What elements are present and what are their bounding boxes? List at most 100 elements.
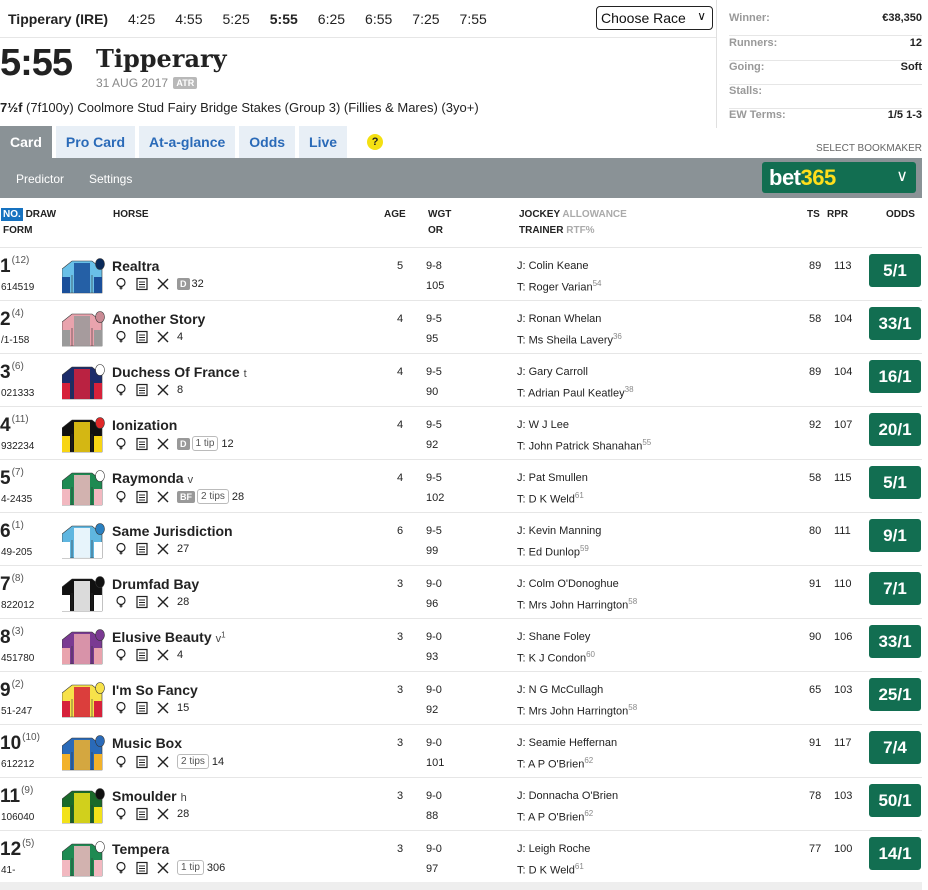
race-time-link[interactable]: 5:55	[270, 11, 298, 27]
trainer-link[interactable]: T: Adrian Paul Keatley38	[517, 385, 634, 400]
race-time-link[interactable]: 6:25	[318, 11, 345, 27]
notes-icon[interactable]	[135, 490, 149, 504]
notes-icon[interactable]	[135, 701, 149, 715]
notes-icon[interactable]	[135, 861, 149, 875]
horse-name-link[interactable]: Raymonda v	[112, 470, 193, 486]
trainer-link[interactable]: T: A P O'Brien62	[517, 809, 593, 824]
horse-name-link[interactable]: Realtra	[112, 258, 159, 274]
close-icon[interactable]	[156, 595, 170, 609]
horse-name-link[interactable]: Elusive Beauty v1	[112, 629, 226, 645]
header-rpr[interactable]: RPR	[827, 209, 848, 220]
lightbulb-icon[interactable]	[114, 383, 128, 397]
odds-button[interactable]: 5/1	[869, 254, 921, 287]
lightbulb-icon[interactable]	[114, 277, 128, 291]
jockey-link[interactable]: J: Seamie Heffernan	[517, 737, 617, 749]
horse-name-link[interactable]: Drumfad Bay	[112, 576, 199, 592]
race-time-link[interactable]: 7:55	[460, 11, 487, 27]
help-icon[interactable]: ?	[367, 134, 384, 150]
odds-button[interactable]: 50/1	[869, 784, 921, 817]
horse-name-link[interactable]: Another Story	[112, 311, 205, 327]
header-or[interactable]: OR	[428, 225, 443, 236]
race-time-link[interactable]: 6:55	[365, 11, 392, 27]
jockey-link[interactable]: J: Colin Keane	[517, 260, 589, 272]
header-trainer-label[interactable]: TRAINER	[519, 225, 563, 236]
close-icon[interactable]	[156, 383, 170, 397]
jockey-link[interactable]: J: Shane Foley	[517, 631, 590, 643]
header-draw[interactable]: DRAW	[26, 209, 57, 220]
jockey-link[interactable]: J: Ronan Whelan	[517, 313, 601, 325]
tips-badge[interactable]: 2 tips	[197, 489, 229, 504]
jockey-link[interactable]: J: Kevin Manning	[517, 525, 601, 537]
tab-odds[interactable]: Odds	[239, 126, 296, 158]
notes-icon[interactable]	[135, 277, 149, 291]
odds-button[interactable]: 20/1	[869, 413, 921, 446]
close-icon[interactable]	[156, 330, 170, 344]
jockey-link[interactable]: J: Colm O'Donoghue	[517, 578, 619, 590]
notes-icon[interactable]	[135, 755, 149, 769]
lightbulb-icon[interactable]	[114, 755, 128, 769]
trainer-link[interactable]: T: John Patrick Shanahan55	[517, 438, 651, 453]
trainer-link[interactable]: T: D K Weld61	[517, 862, 584, 877]
lightbulb-icon[interactable]	[114, 437, 128, 451]
race-time-link[interactable]: 5:25	[223, 11, 250, 27]
jockey-link[interactable]: J: Pat Smullen	[517, 472, 588, 484]
close-icon[interactable]	[156, 490, 170, 504]
tab-card[interactable]: Card	[0, 126, 52, 158]
lightbulb-icon[interactable]	[114, 648, 128, 662]
lightbulb-icon[interactable]	[114, 542, 128, 556]
tab-pro-card[interactable]: Pro Card	[55, 126, 136, 158]
trainer-link[interactable]: T: Mrs John Harrington58	[517, 597, 637, 612]
tips-badge[interactable]: 2 tips	[177, 754, 209, 769]
horse-name-link[interactable]: Smoulder h	[112, 788, 187, 804]
header-ts[interactable]: TS	[807, 209, 820, 220]
jockey-link[interactable]: J: W J Lee	[517, 419, 569, 431]
race-time-link[interactable]: 4:25	[128, 11, 155, 27]
notes-icon[interactable]	[135, 595, 149, 609]
odds-button[interactable]: 7/1	[869, 572, 921, 605]
notes-icon[interactable]	[135, 330, 149, 344]
lightbulb-icon[interactable]	[114, 490, 128, 504]
lightbulb-icon[interactable]	[114, 595, 128, 609]
header-age[interactable]: AGE	[384, 209, 406, 220]
odds-button[interactable]: 25/1	[869, 678, 921, 711]
close-icon[interactable]	[156, 542, 170, 556]
trainer-link[interactable]: T: Roger Varian54	[517, 279, 602, 294]
trainer-link[interactable]: T: K J Condon60	[517, 650, 595, 665]
jockey-link[interactable]: J: Donnacha O'Brien	[517, 790, 618, 802]
horse-name-link[interactable]: I'm So Fancy	[112, 682, 198, 698]
jockey-link[interactable]: J: Gary Carroll	[517, 366, 588, 378]
horse-name-link[interactable]: Music Box	[112, 735, 182, 751]
trainer-link[interactable]: T: Mrs John Harrington58	[517, 703, 637, 718]
settings-link[interactable]: Settings	[89, 172, 132, 186]
header-wgt[interactable]: WGT	[428, 209, 451, 220]
odds-button[interactable]: 14/1	[869, 837, 921, 870]
trainer-link[interactable]: T: Ms Sheila Lavery36	[517, 332, 622, 347]
lightbulb-icon[interactable]	[114, 807, 128, 821]
close-icon[interactable]	[156, 807, 170, 821]
horse-name-link[interactable]: Tempera	[112, 841, 169, 857]
header-no[interactable]: NO.	[1, 208, 23, 221]
horse-name-link[interactable]: Same Jurisdiction	[112, 523, 233, 539]
horse-name-link[interactable]: Duchess Of France t	[112, 364, 247, 380]
close-icon[interactable]	[156, 755, 170, 769]
tab-live[interactable]: Live	[299, 126, 348, 158]
header-horse[interactable]: HORSE	[113, 209, 149, 220]
predictor-link[interactable]: Predictor	[16, 172, 64, 186]
trainer-link[interactable]: T: A P O'Brien62	[517, 756, 593, 771]
race-time-link[interactable]: 4:55	[175, 11, 202, 27]
notes-icon[interactable]	[135, 383, 149, 397]
header-odds[interactable]: ODDS	[886, 209, 915, 220]
odds-button[interactable]: 7/4	[869, 731, 921, 764]
horse-name-link[interactable]: Ionization	[112, 417, 177, 433]
notes-icon[interactable]	[135, 807, 149, 821]
jockey-link[interactable]: J: N G McCullagh	[517, 684, 603, 696]
tips-badge[interactable]: 1 tip	[191, 436, 219, 451]
course-name[interactable]: Tipperary (IRE)	[8, 11, 108, 27]
odds-button[interactable]: 16/1	[869, 360, 921, 393]
header-form[interactable]: FORM	[3, 225, 32, 236]
jockey-link[interactable]: J: Leigh Roche	[517, 843, 590, 855]
tips-badge[interactable]: 1 tip	[177, 860, 204, 875]
close-icon[interactable]	[156, 648, 170, 662]
lightbulb-icon[interactable]	[114, 861, 128, 875]
notes-icon[interactable]	[135, 437, 149, 451]
